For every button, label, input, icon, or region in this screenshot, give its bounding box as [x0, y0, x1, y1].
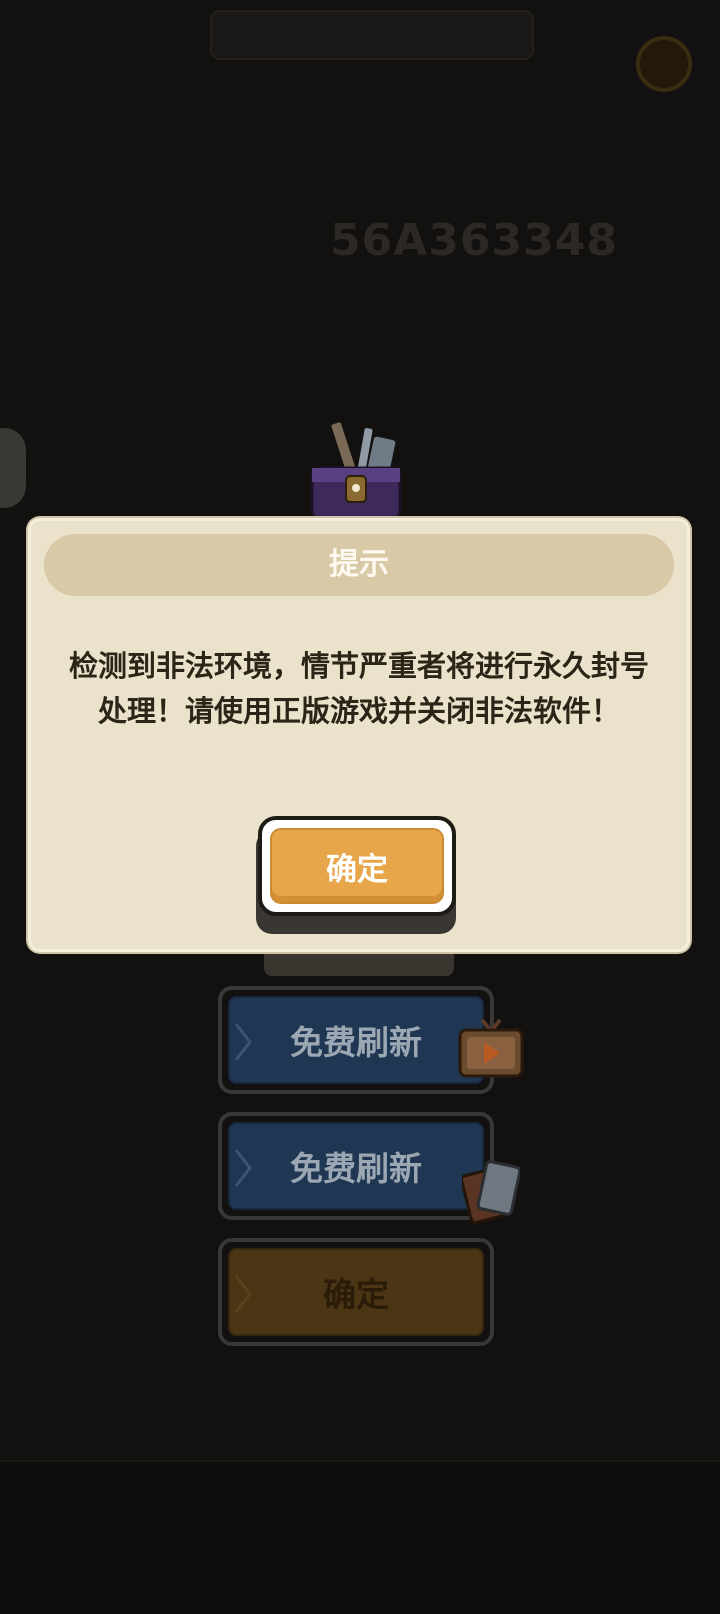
dialog-title: 提示 [329, 547, 389, 582]
warning-dialog: 提示 检测到非法环境，情节严重者将进行永久封号处理！请使用正版游戏并关闭非法软件… [28, 518, 690, 952]
treasure-chest-icon [310, 422, 402, 520]
dialog-header: 提示 [44, 534, 674, 596]
confirm-button[interactable]: 确定 [258, 816, 456, 916]
top-status-bar [210, 10, 534, 60]
video-tv-icon [458, 1018, 524, 1078]
confirm-bg-label: 确定 [323, 1275, 389, 1314]
coin-icon [636, 36, 692, 92]
card-icon [462, 1160, 520, 1225]
free-refresh-card-label: 免费刷新 [290, 1149, 422, 1188]
confirm-bg-button[interactable]: 确定 [218, 1238, 494, 1346]
dialog-message: 检测到非法环境，情节严重者将进行永久封号处理！请使用正版游戏并关闭非法软件！ [68, 649, 649, 728]
confirm-button-label: 确定 [326, 851, 388, 888]
hidden-button-edge [264, 948, 454, 976]
bottom-nav-bar [0, 1460, 720, 1614]
free-refresh-video-button[interactable]: 免费刷新 [218, 986, 494, 1094]
free-refresh-video-label: 免费刷新 [290, 1023, 422, 1062]
side-tab[interactable] [0, 428, 26, 508]
score-text: 56A363348 [330, 215, 618, 266]
free-refresh-card-button[interactable]: 免费刷新 [218, 1112, 494, 1220]
